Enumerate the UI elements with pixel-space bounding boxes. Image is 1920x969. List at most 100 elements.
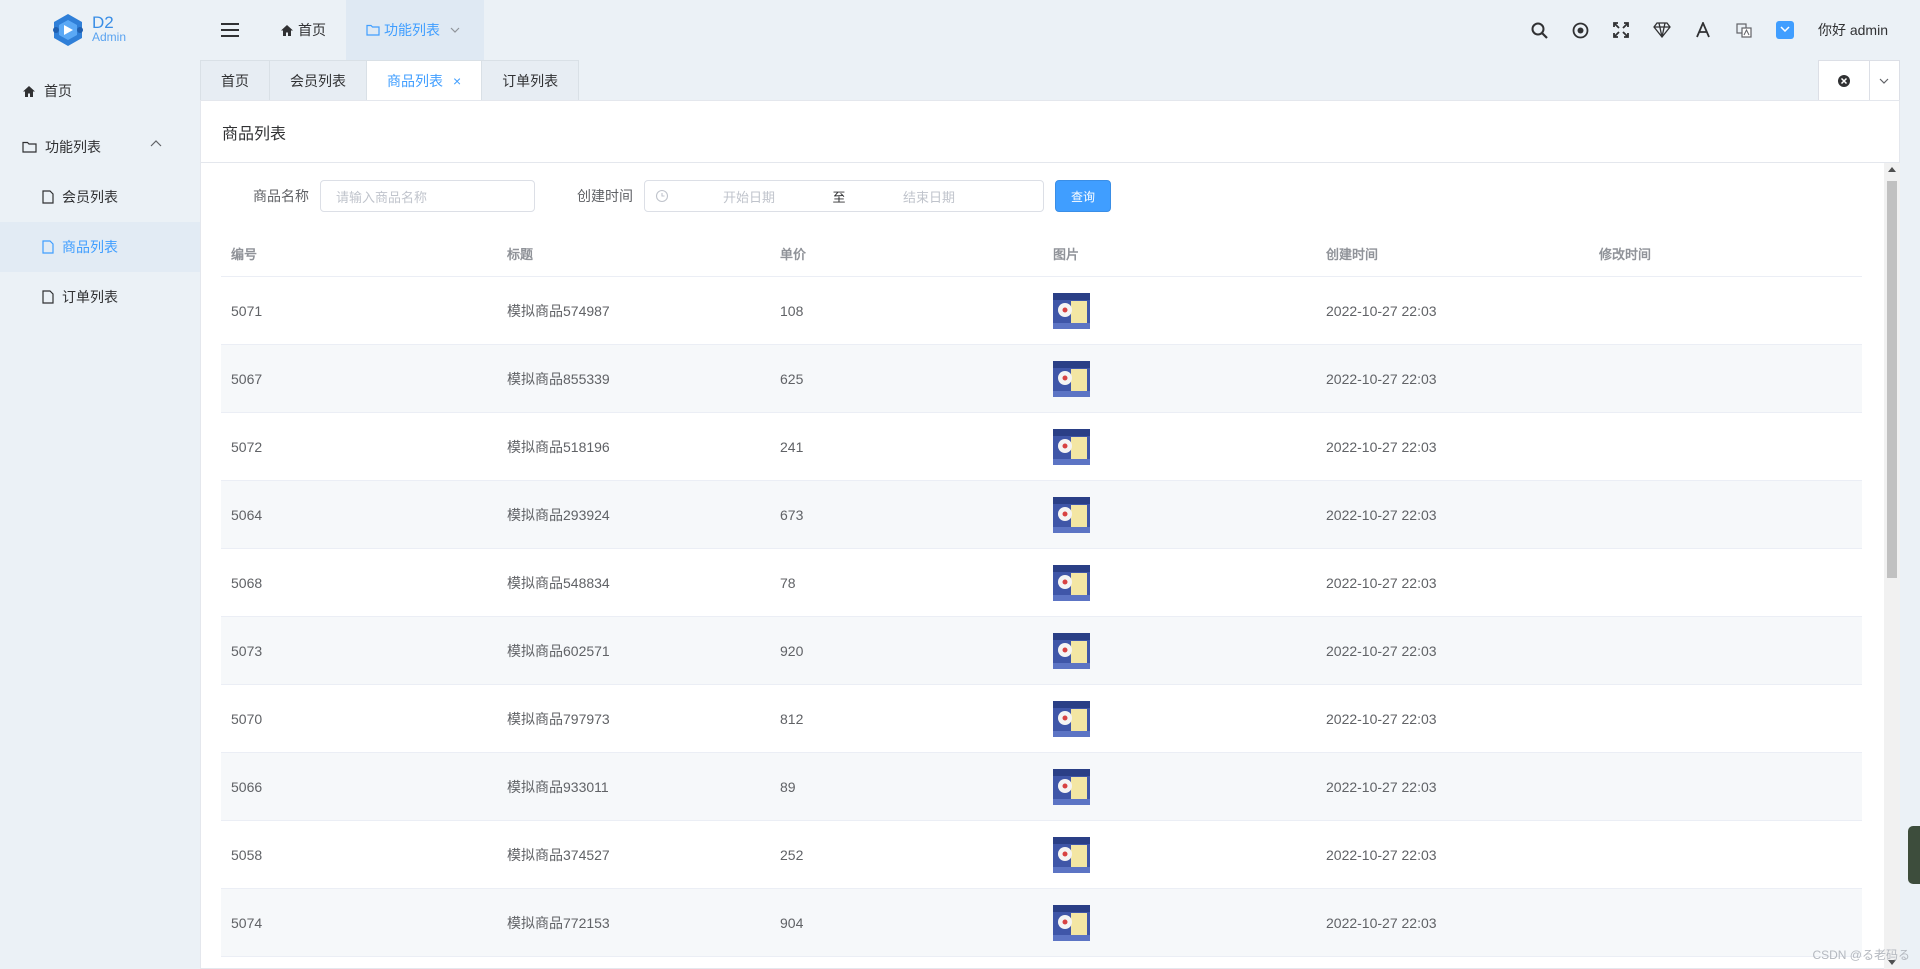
- sidebar-item-label: 商品列表: [62, 239, 118, 255]
- top-menu-home[interactable]: 首页: [260, 0, 346, 60]
- tab-orders[interactable]: 订单列表: [481, 60, 580, 101]
- sidebar-item-home[interactable]: 首页: [0, 66, 200, 116]
- range-separator: 至: [832, 189, 846, 205]
- cell-id: 5066: [231, 778, 263, 795]
- table-row[interactable]: 5067 模拟商品855339 625 2022-10-27 22:03: [221, 345, 1862, 413]
- end-date-input[interactable]: 结束日期: [849, 187, 1009, 206]
- close-circle-icon: [1837, 75, 1850, 87]
- date-range-picker[interactable]: 开始日期 至 结束日期: [644, 180, 1044, 212]
- column-header[interactable]: 图片: [1043, 244, 1316, 263]
- product-image[interactable]: [1053, 496, 1090, 533]
- table-row[interactable]: 5071 模拟商品574987 108 2022-10-27 22:03: [221, 277, 1862, 345]
- product-image[interactable]: [1053, 768, 1090, 805]
- cell-price: 241: [780, 438, 804, 455]
- cell-id: 5067: [231, 370, 263, 387]
- table-row[interactable]: 5073 模拟商品602571 920 2022-10-27 22:03: [221, 617, 1862, 685]
- table-row[interactable]: 5074 模拟商品772153 904 2022-10-27 22:03: [221, 889, 1862, 957]
- product-image[interactable]: [1053, 564, 1090, 601]
- tab-menu-dropdown[interactable]: [1870, 61, 1899, 101]
- table-row[interactable]: 5064 模拟商品293924 673 2022-10-27 22:03: [221, 481, 1862, 549]
- created-time-label: 创建时间: [577, 188, 633, 204]
- color-picker-button[interactable]: [1765, 0, 1806, 60]
- tab-home[interactable]: 首页: [200, 60, 270, 101]
- cell-title: 模拟商品602571: [507, 642, 610, 659]
- sidebar: 首页 功能列表 会员列表 商品列表 订单列表: [0, 60, 200, 969]
- cell-image: [1043, 768, 1316, 805]
- product-image[interactable]: [1053, 360, 1090, 397]
- fullscreen-button[interactable]: [1601, 0, 1642, 60]
- font-size-button[interactable]: [1683, 0, 1724, 60]
- top-menu-features[interactable]: 功能列表: [346, 0, 484, 60]
- product-image[interactable]: [1053, 836, 1090, 873]
- vertical-scrollbar[interactable]: [1884, 163, 1900, 969]
- cell-created: 2022-10-27 22:03: [1326, 778, 1437, 795]
- sidebar-toggle-button[interactable]: [200, 0, 260, 60]
- table-header: 编号 标题 单价 图片 创建时间 修改时间: [221, 231, 1862, 277]
- cell-created: 2022-10-27 22:03: [1326, 506, 1437, 523]
- translate-icon: [1736, 23, 1753, 38]
- table-row[interactable]: 5058 模拟商品374527 252 2022-10-27 22:03: [221, 821, 1862, 889]
- scrollbar-thumb[interactable]: [1887, 181, 1897, 578]
- translate-button[interactable]: [1724, 0, 1765, 60]
- column-header[interactable]: 编号: [221, 244, 497, 263]
- cell-id: 5073: [231, 642, 263, 659]
- cell-id: 5071: [231, 302, 263, 319]
- cell-title: 模拟商品293924: [507, 506, 610, 523]
- cell-title: 模拟商品574987: [507, 302, 610, 319]
- tab-products[interactable]: 商品列表 ×: [366, 60, 483, 101]
- sidebar-item-label: 订单列表: [62, 289, 118, 305]
- product-image[interactable]: [1053, 428, 1090, 465]
- cell-price: 904: [780, 914, 804, 931]
- table-row[interactable]: 5068 模拟商品548834 78 2022-10-27 22:03: [221, 549, 1862, 617]
- cell-price: 89: [780, 778, 796, 795]
- table-row[interactable]: 5072 模拟商品518196 241 2022-10-27 22:03: [221, 413, 1862, 481]
- cell-image: [1043, 496, 1316, 533]
- table-row[interactable]: 5070 模拟商品797973 812 2022-10-27 22:03: [221, 685, 1862, 753]
- font-size-icon: [1696, 22, 1711, 38]
- query-button[interactable]: 查询: [1055, 180, 1111, 212]
- close-icon[interactable]: ×: [453, 73, 461, 89]
- column-header[interactable]: 修改时间: [1589, 244, 1862, 263]
- sidebar-item-label: 会员列表: [62, 189, 118, 205]
- side-widget[interactable]: [1908, 826, 1920, 884]
- close-all-tabs-button[interactable]: [1819, 61, 1870, 101]
- page-title: 商品列表: [201, 101, 1899, 163]
- scroll-up-arrow[interactable]: [1888, 167, 1896, 172]
- product-image[interactable]: [1053, 632, 1090, 669]
- cell-created: 2022-10-27 22:03: [1326, 370, 1437, 387]
- column-header[interactable]: 单价: [770, 244, 1043, 263]
- sidebar-item-members[interactable]: 会员列表: [0, 172, 200, 222]
- log-button[interactable]: [1560, 0, 1601, 60]
- tab-members[interactable]: 会员列表: [269, 60, 367, 101]
- watermark: CSDN @る老码る: [1812, 948, 1910, 962]
- cell-id: 5064: [231, 506, 263, 523]
- column-header[interactable]: 创建时间: [1316, 244, 1589, 263]
- user-greeting[interactable]: 你好 admin: [1818, 20, 1888, 40]
- top-menu-home-label: 首页: [298, 22, 326, 38]
- chevron-up-icon: [150, 140, 162, 147]
- start-date-input[interactable]: 开始日期: [669, 187, 829, 206]
- table-row[interactable]: 5066 模拟商品933011 89 2022-10-27 22:03: [221, 753, 1862, 821]
- cell-image: [1043, 700, 1316, 737]
- product-name-input[interactable]: 请输入商品名称: [320, 180, 535, 212]
- cell-title: 模拟商品772153: [507, 914, 610, 931]
- main-panel: 商品列表 商品名称 请输入商品名称 创建时间 开始日期 至 结束日期 查询 编号…: [200, 100, 1900, 969]
- column-header[interactable]: 标题: [497, 244, 770, 263]
- product-image[interactable]: [1053, 904, 1090, 941]
- document-icon: [42, 240, 54, 254]
- logo-subtitle: Admin: [92, 30, 127, 44]
- search-button[interactable]: [1519, 0, 1560, 60]
- theme-button[interactable]: [1642, 0, 1683, 60]
- home-icon: [281, 24, 293, 36]
- sidebar-item-orders[interactable]: 订单列表: [0, 272, 200, 322]
- logo[interactable]: D2 Admin: [0, 0, 200, 60]
- tab-label: 商品列表: [387, 73, 443, 89]
- product-image[interactable]: [1053, 292, 1090, 329]
- sidebar-item-features[interactable]: 功能列表: [0, 122, 200, 172]
- document-icon: [42, 190, 54, 204]
- sidebar-item-products[interactable]: 商品列表: [0, 222, 200, 272]
- folder-icon: [22, 141, 37, 153]
- cell-created: 2022-10-27 22:03: [1326, 574, 1437, 591]
- product-image[interactable]: [1053, 700, 1090, 737]
- cell-id: 5068: [231, 574, 263, 591]
